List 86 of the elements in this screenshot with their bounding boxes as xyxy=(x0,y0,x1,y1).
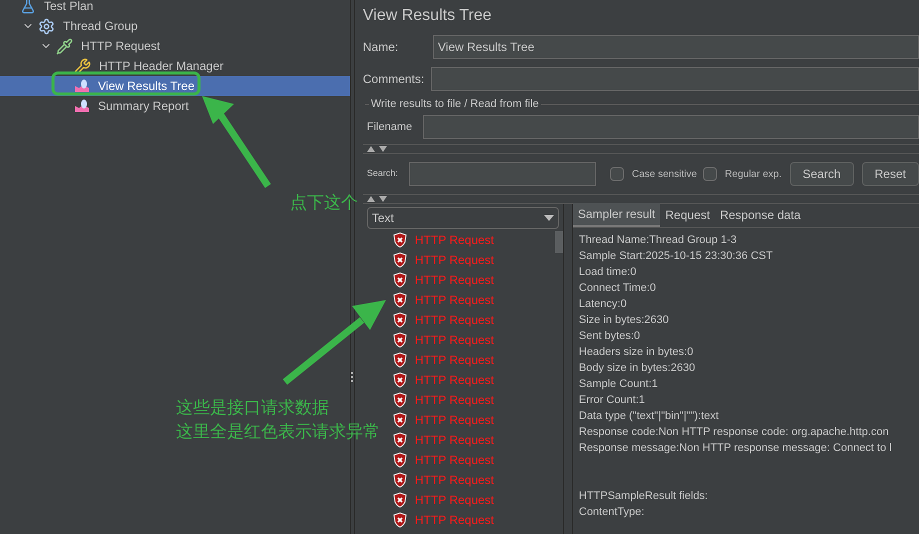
result-line: Body size in bytes:2630 xyxy=(578,361,696,376)
shield-error-icon xyxy=(392,252,407,268)
result-line: ContentType: xyxy=(578,505,646,520)
shield-error-icon xyxy=(392,412,407,428)
result-line: Response code:Non HTTP response code: org.apache.http.con xyxy=(578,425,890,440)
result-line: Connect Time:0 xyxy=(578,281,657,296)
panel-title: View Results Tree xyxy=(362,6,493,26)
detail-tab[interactable]: Response data xyxy=(714,203,806,227)
pipette-icon xyxy=(56,38,73,54)
renderer-dropdown[interactable]: Text xyxy=(366,207,559,229)
tree-item[interactable]: HTTP Request xyxy=(0,36,350,56)
shield-error-icon xyxy=(392,272,407,288)
splitter[interactable] xyxy=(562,204,573,534)
shield-error-icon xyxy=(392,392,407,408)
shield-error-icon xyxy=(392,372,407,388)
shield-error-icon xyxy=(392,472,407,488)
caret-icon xyxy=(544,215,554,221)
result-item[interactable]: HTTP Request xyxy=(392,350,555,370)
wrench-icon xyxy=(74,58,91,74)
gear-icon xyxy=(38,18,55,34)
result-item[interactable]: HTTP Request xyxy=(392,390,555,410)
field-label: Comments: xyxy=(362,71,426,88)
field-label: Filename xyxy=(366,120,414,135)
chart-icon xyxy=(74,79,90,93)
tree-item[interactable]: HTTP Header Manager xyxy=(0,56,350,76)
result-item[interactable]: HTTP Request xyxy=(392,450,555,470)
checkbox-label: Regular exp. xyxy=(724,168,782,182)
annotation-text: 这些是接口请求数据 xyxy=(176,397,329,419)
result-item[interactable]: HTTP Request xyxy=(392,330,555,350)
result-item[interactable]: HTTP Request xyxy=(392,230,555,250)
flask-icon xyxy=(20,0,36,14)
chart-icon xyxy=(74,99,90,113)
result-line: HTTPSampleResult fields: xyxy=(578,489,709,504)
split-arrows-icon[interactable] xyxy=(366,146,387,152)
shield-error-icon xyxy=(392,312,407,328)
toolbar-button[interactable]: Search xyxy=(790,162,854,186)
detail-tab[interactable]: Sampler result xyxy=(572,203,660,227)
shield-error-icon xyxy=(392,452,407,468)
annotation-text: 这里全是红色表示请求异常 xyxy=(176,421,380,443)
split-arrows-icon[interactable] xyxy=(366,196,387,202)
shield-error-icon xyxy=(392,352,407,368)
checkbox-label: Case sensitive xyxy=(632,168,697,182)
field-label: Search: xyxy=(366,167,399,180)
group-title: Write results to file / Read from file xyxy=(370,96,540,112)
result-line: Headers size in bytes:0 xyxy=(578,345,694,360)
result-item[interactable]: HTTP Request xyxy=(392,510,555,530)
grip-icon[interactable] xyxy=(351,372,354,382)
shield-error-icon xyxy=(392,512,407,528)
field-label: Name: xyxy=(362,39,400,56)
shield-error-icon xyxy=(392,492,407,508)
result-line: Data type ("text"|"bin"|""):text xyxy=(578,409,720,424)
result-item[interactable]: HTTP Request xyxy=(392,370,555,390)
shield-error-icon xyxy=(392,432,407,448)
shield-error-icon xyxy=(392,232,407,248)
filename-field[interactable] xyxy=(422,115,919,139)
result-item[interactable]: HTTP Request xyxy=(392,310,555,330)
result-item[interactable]: HTTP Request xyxy=(392,290,555,310)
tree-item[interactable]: Thread Group xyxy=(0,16,350,36)
result-line: Error Count:1 xyxy=(578,393,646,408)
result-line: Thread Name:Thread Group 1-3 xyxy=(578,233,738,248)
toolbar-button[interactable]: Reset xyxy=(862,162,919,186)
result-item[interactable]: HTTP Request xyxy=(392,430,555,450)
shield-error-icon xyxy=(392,292,407,308)
result-line: Sample Count:1 xyxy=(578,377,659,392)
detail-tab[interactable]: Request xyxy=(660,203,715,227)
tree-item[interactable]: View Results Tree xyxy=(0,76,350,96)
tree-item[interactable]: Test Plan xyxy=(0,0,350,16)
name-field[interactable]: View Results Tree xyxy=(432,35,919,59)
search-field[interactable] xyxy=(408,162,596,186)
shield-error-icon xyxy=(392,332,407,348)
result-item[interactable]: HTTP Request xyxy=(392,410,555,430)
annotation-text: 点下这个 xyxy=(290,192,358,214)
result-item[interactable]: HTTP Request xyxy=(392,470,555,490)
result-item[interactable]: HTTP Request xyxy=(392,270,555,290)
result-line: Size in bytes:2630 xyxy=(578,313,670,328)
result-line: Sent bytes:0 xyxy=(578,329,642,344)
tree-item[interactable]: Summary Report xyxy=(0,96,350,116)
result-line: Latency:0 xyxy=(578,297,628,312)
result-line: Load time:0 xyxy=(578,265,638,280)
result-line: Sample Start:2025-10-15 23:30:36 CST xyxy=(578,249,774,264)
result-line: Response message:Non HTTP response message: Connect to l xyxy=(578,441,893,456)
checkbox[interactable] xyxy=(702,167,717,181)
result-item[interactable]: HTTP Request xyxy=(392,250,555,270)
comments-field[interactable] xyxy=(430,67,919,91)
checkbox[interactable] xyxy=(610,167,624,181)
result-item[interactable]: HTTP Request xyxy=(392,490,555,510)
